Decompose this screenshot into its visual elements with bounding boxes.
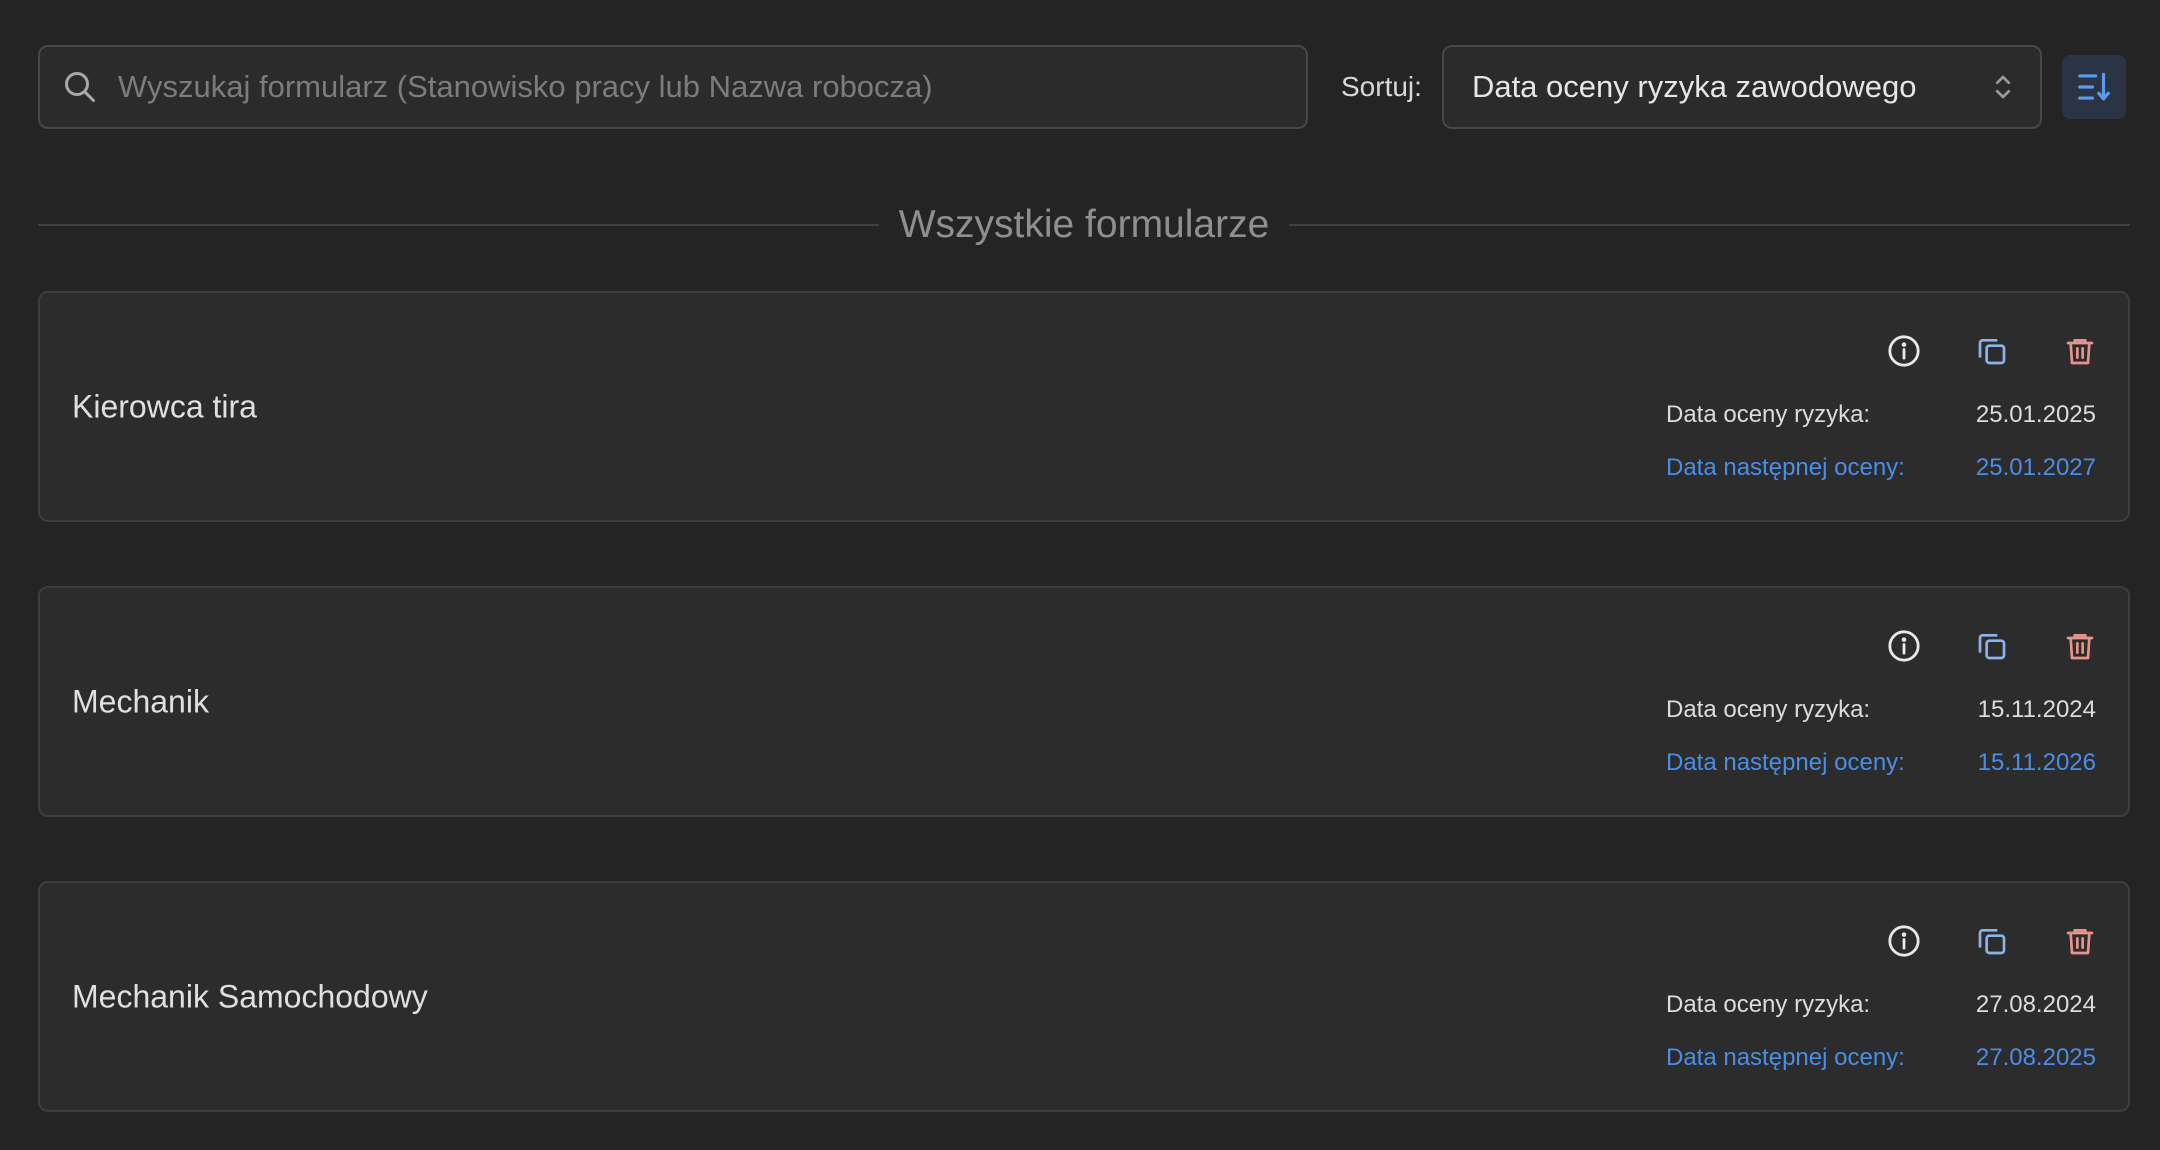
risk-date-value: 25.01.2025 [1975,401,2096,428]
info-button[interactable] [1886,628,1922,664]
info-button[interactable] [1886,333,1922,369]
search-input[interactable] [118,69,1306,105]
form-name: Mechanik Samochodowy [72,978,428,1014]
form-card[interactable]: Mechanik Data oceny ryzyka: 15.11.2024 D… [38,586,2130,817]
form-actions [1886,628,2098,664]
form-card[interactable]: Kierowca tira Data oceny ryzyka: 25.01.2… [38,291,2130,522]
copy-icon [1978,634,2006,660]
copy-button[interactable] [1974,923,2010,959]
risk-date-label: Data oceny ryzyka: [1666,696,1871,723]
info-icon [1888,630,1920,662]
risk-date-label: Data oceny ryzyka: [1666,401,1871,428]
form-dates: Data oceny ryzyka: 27.08.2024 Data nastę… [1666,991,2096,1097]
copy-button[interactable] [1974,333,2010,369]
risk-date-value: 15.11.2024 [1977,696,2096,723]
sort-label: Sortuj: [1341,71,1422,102]
next-date-row: Data następnej oceny: 27.08.2025 [1666,1044,2096,1097]
search-icon [65,72,95,102]
risk-date-label: Data oceny ryzyka: [1666,991,1871,1018]
chevron-up-down-icon [1995,75,2011,99]
toolbar: Sortuj: Data oceny ryzyka zawodowego [38,45,2130,129]
form-card[interactable]: Mechanik Samochodowy Data oceny ryzyka: … [38,881,2130,1112]
form-actions [1886,923,2098,959]
search-box[interactable] [38,45,1308,129]
trash-icon [2066,339,2094,365]
next-date-label: Data następnej oceny: [1666,1044,1905,1071]
delete-button[interactable] [2062,923,2098,959]
next-date-label: Data następnej oceny: [1666,454,1905,481]
info-button[interactable] [1886,923,1922,959]
form-dates: Data oceny ryzyka: 25.01.2025 Data nastę… [1666,401,2096,507]
trash-icon [2066,929,2094,955]
divider-line-left [38,224,879,226]
next-date-row: Data następnej oceny: 25.01.2027 [1666,454,2096,507]
section-title: Wszystkie formularze [898,203,1270,246]
form-dates: Data oceny ryzyka: 15.11.2024 Data nastę… [1666,696,2096,802]
form-actions [1886,333,2098,369]
info-icon [1888,335,1920,367]
copy-button[interactable] [1974,628,2010,664]
risk-date-row: Data oceny ryzyka: 27.08.2024 [1666,991,2096,1044]
delete-button[interactable] [2062,333,2098,369]
form-name: Kierowca tira [72,388,257,424]
next-date-value: 25.01.2027 [1975,454,2096,481]
sort-order-button[interactable] [2061,55,2126,119]
sort-select[interactable]: Data oceny ryzyka zawodowego [1441,45,2042,129]
copy-icon [1978,339,2006,365]
info-icon [1888,925,1920,957]
copy-icon [1978,929,2006,955]
sort-select-value: Data oceny ryzyka zawodowego [1471,69,1917,104]
trash-icon [2066,634,2094,660]
section-divider: Wszystkie formularze [38,200,2130,250]
delete-button[interactable] [2062,628,2098,664]
next-date-value: 15.11.2026 [1977,749,2096,776]
risk-date-value: 27.08.2024 [1975,991,2096,1018]
risk-date-row: Data oceny ryzyka: 15.11.2024 [1666,696,2096,749]
risk-date-row: Data oceny ryzyka: 25.01.2025 [1666,401,2096,454]
divider-line-right [1289,224,2130,226]
next-date-row: Data następnej oceny: 15.11.2026 [1666,749,2096,802]
next-date-value: 27.08.2025 [1975,1044,2096,1071]
form-name: Mechanik [72,683,209,719]
sort-descending-icon [2078,72,2110,101]
next-date-label: Data następnej oceny: [1666,749,1905,776]
